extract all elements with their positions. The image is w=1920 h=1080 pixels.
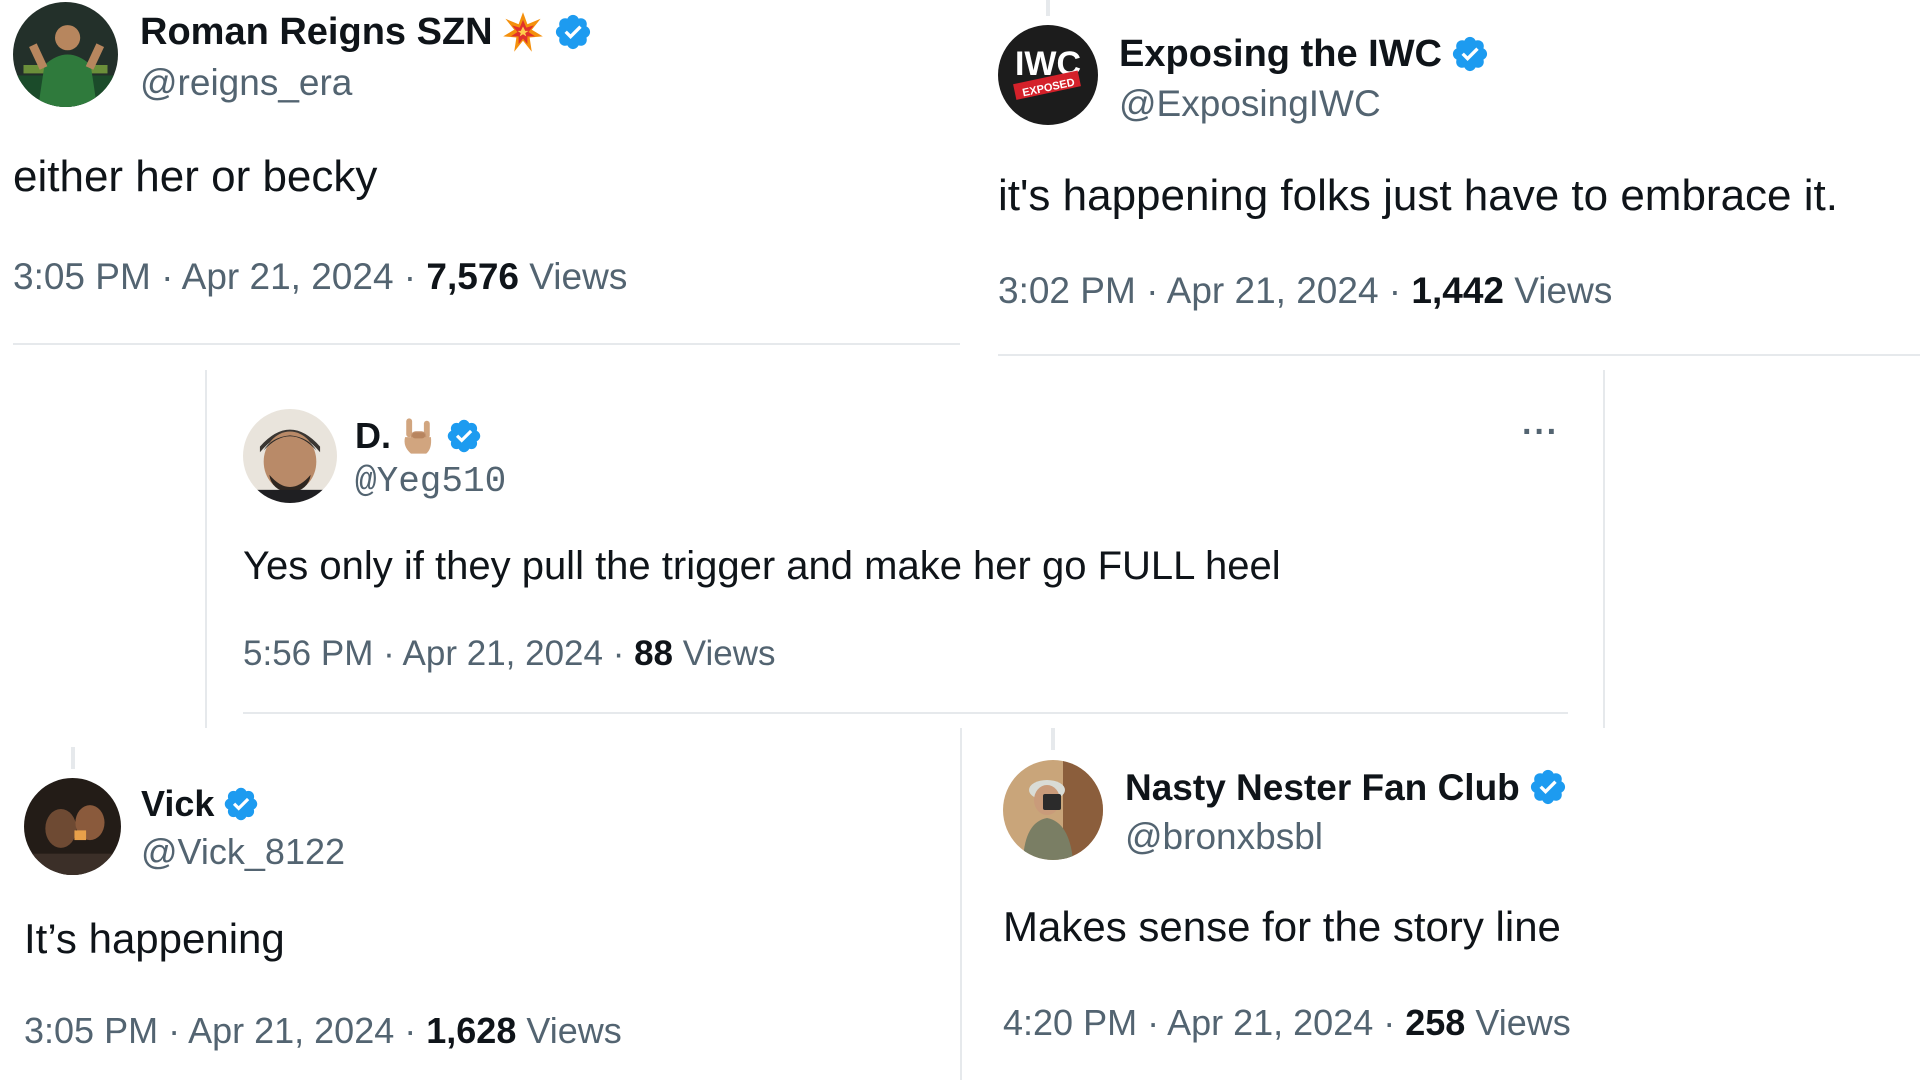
handle[interactable]: @reigns_era: [140, 64, 352, 101]
views-label: Views: [529, 256, 628, 297]
display-name[interactable]: D.: [355, 416, 483, 456]
separator: ·: [1378, 270, 1412, 311]
handle[interactable]: @Vick_8122: [141, 834, 345, 870]
timestamp[interactable]: 3:05 PM: [13, 256, 151, 297]
avatar-image: [13, 2, 118, 107]
verified-badge-icon: [222, 785, 260, 823]
separator: ·: [158, 1010, 189, 1051]
avatar-image: [1003, 760, 1103, 860]
timestamp[interactable]: 4:20 PM: [1003, 1002, 1137, 1043]
views-label: Views: [526, 1010, 622, 1051]
card-border-right: [1603, 370, 1605, 728]
avatar[interactable]: [13, 2, 118, 107]
views-count: 258: [1405, 1002, 1466, 1043]
verified-badge-icon: [445, 417, 483, 455]
date[interactable]: Apr 21, 2024: [188, 1010, 394, 1051]
views-count: 88: [634, 634, 674, 673]
handle[interactable]: @Yeg510: [355, 464, 506, 500]
verified-badge-icon: [553, 12, 593, 52]
more-options-icon[interactable]: ···: [1522, 415, 1559, 449]
separator: ·: [394, 1010, 427, 1051]
separator: ·: [393, 256, 427, 297]
sign-of-horns-emoji-icon: [399, 416, 437, 456]
avatar[interactable]: IWC EXPOSED: [998, 25, 1098, 125]
tweet-meta: 4:20 PM · Apr 21, 2024 · 258 Views: [1003, 1005, 1571, 1041]
display-name[interactable]: Exposing the IWC: [1119, 34, 1490, 74]
timestamp[interactable]: 5:56 PM: [243, 634, 373, 673]
thread-line: [1051, 728, 1055, 750]
avatar[interactable]: [243, 409, 337, 503]
separator: ·: [1135, 270, 1167, 311]
separator: ·: [602, 634, 635, 673]
tweet-meta: 3:02 PM · Apr 21, 2024 · 1,442 Views: [998, 272, 1612, 309]
separator: ·: [1137, 1002, 1168, 1043]
views-label: Views: [1514, 270, 1613, 311]
date[interactable]: Apr 21, 2024: [182, 256, 394, 297]
separator: ·: [150, 256, 182, 297]
avatar-image: [243, 409, 337, 503]
separator: ·: [373, 634, 403, 673]
display-name-label: D.: [355, 415, 391, 456]
tweet-text: it's happening folks just have to embrac…: [998, 171, 1838, 220]
display-name-label: Exposing the IWC: [1119, 33, 1442, 75]
verified-badge-icon: [1450, 34, 1490, 74]
handle[interactable]: @bronxbsbl: [1125, 818, 1323, 855]
views-count: 1,628: [426, 1010, 517, 1051]
timestamp[interactable]: 3:05 PM: [24, 1010, 158, 1051]
tweet-meta: 5:56 PM · Apr 21, 2024 · 88 Views: [243, 636, 776, 671]
divider: [243, 712, 1568, 714]
display-name-label: Vick: [141, 783, 215, 824]
divider: [998, 354, 1920, 356]
views-count: 7,576: [426, 256, 520, 297]
avatar[interactable]: [24, 778, 121, 875]
tweet-text: Makes sense for the story line: [1003, 903, 1561, 950]
avatar[interactable]: [1003, 760, 1103, 860]
separator: ·: [1373, 1002, 1406, 1043]
display-name-label: Roman Reigns SZN: [140, 11, 493, 53]
tweet-text: either her or becky: [13, 152, 378, 201]
handle[interactable]: @ExposingIWC: [1119, 85, 1381, 122]
display-name[interactable]: Roman Reigns SZN: [140, 10, 593, 54]
verified-badge-icon: [1528, 767, 1568, 807]
date[interactable]: Apr 21, 2024: [1167, 1002, 1373, 1043]
card-border-left: [205, 370, 207, 728]
views-label: Views: [682, 634, 776, 673]
collision-emoji-icon: [501, 10, 545, 54]
display-name-label: Nasty Nester Fan Club: [1125, 766, 1520, 808]
views-count: 1,442: [1411, 270, 1505, 311]
date[interactable]: Apr 21, 2024: [1167, 270, 1379, 311]
tweet-meta: 3:05 PM · Apr 21, 2024 · 1,628 Views: [24, 1013, 622, 1049]
display-name[interactable]: Vick: [141, 785, 260, 823]
divider: [13, 343, 960, 345]
column-divider: [960, 728, 962, 1080]
thread-line: [1046, 0, 1050, 16]
timestamp[interactable]: 3:02 PM: [998, 270, 1136, 311]
tweet-text: Yes only if they pull the trigger and ma…: [243, 544, 1281, 588]
thread-line: [71, 747, 75, 769]
date[interactable]: Apr 21, 2024: [403, 634, 603, 673]
iwc-exposed-logo: IWC EXPOSED: [998, 25, 1098, 125]
tweet-meta: 3:05 PM · Apr 21, 2024 · 7,576 Views: [13, 258, 627, 295]
tweet-text: It’s happening: [24, 915, 285, 962]
avatar-image: [24, 778, 121, 875]
display-name[interactable]: Nasty Nester Fan Club: [1125, 767, 1568, 807]
views-label: Views: [1475, 1002, 1571, 1043]
